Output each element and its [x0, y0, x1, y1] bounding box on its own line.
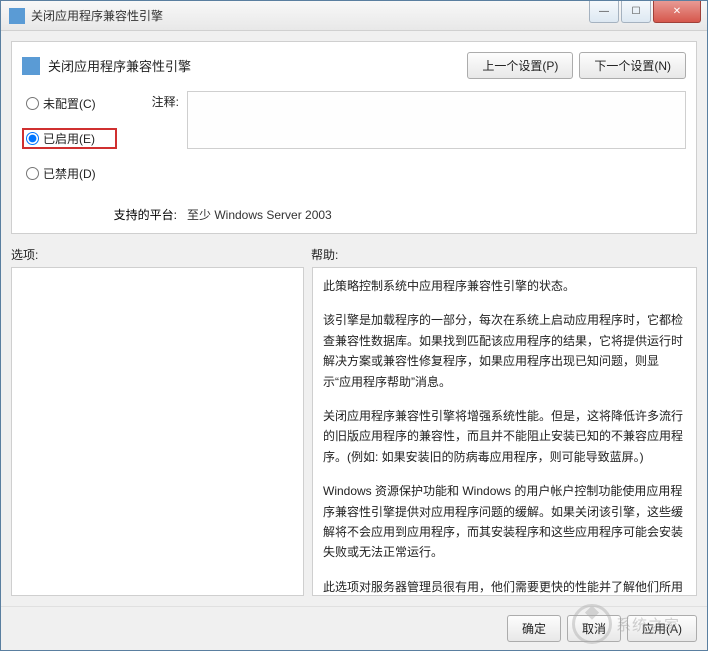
policy-icon: [22, 57, 40, 75]
apply-button[interactable]: 应用(A): [627, 615, 697, 642]
panels-row: 此策略控制系统中应用程序兼容性引擎的状态。 该引擎是加载程序的一部分，每次在系统…: [11, 267, 697, 596]
next-setting-button[interactable]: 下一个设置(N): [579, 52, 686, 79]
window-title: 关闭应用程序兼容性引擎: [31, 7, 589, 24]
radio-disabled[interactable]: 已禁用(D): [22, 163, 117, 184]
help-paragraph: 此策略控制系统中应用程序兼容性引擎的状态。: [323, 276, 686, 296]
help-panel[interactable]: 此策略控制系统中应用程序兼容性引擎的状态。 该引擎是加载程序的一部分，每次在系统…: [312, 267, 697, 596]
titlebar: 关闭应用程序兼容性引擎 — ☐ ✕: [1, 1, 707, 31]
help-paragraph: 该引擎是加载程序的一部分，每次在系统上启动应用程序时，它都检查兼容性数据库。如果…: [323, 310, 686, 392]
maximize-button[interactable]: ☐: [621, 1, 651, 23]
help-paragraph: Windows 资源保护功能和 Windows 的用户帐户控制功能使用应用程序兼…: [323, 481, 686, 563]
radio-enabled-input[interactable]: [26, 132, 39, 145]
top-panel: 关闭应用程序兼容性引擎 上一个设置(P) 下一个设置(N) 未配置(C) 已启用…: [11, 41, 697, 234]
config-row: 未配置(C) 已启用(E) 已禁用(D) 注释:: [22, 91, 686, 198]
radio-not-configured[interactable]: 未配置(C): [22, 93, 117, 114]
window-controls: — ☐ ✕: [589, 1, 707, 30]
comment-textarea[interactable]: [187, 91, 686, 149]
section-labels: 选项: 帮助:: [11, 246, 697, 263]
policy-title: 关闭应用程序兼容性引擎: [48, 56, 467, 75]
radio-not-configured-label: 未配置(C): [43, 95, 96, 112]
nav-buttons: 上一个设置(P) 下一个设置(N): [467, 52, 686, 79]
dialog-window: 关闭应用程序兼容性引擎 — ☐ ✕ 关闭应用程序兼容性引擎 上一个设置(P) 下…: [0, 0, 708, 651]
radio-enabled-label: 已启用(E): [43, 130, 95, 147]
radio-disabled-input[interactable]: [26, 167, 39, 180]
options-label: 选项:: [11, 246, 311, 263]
header-row: 关闭应用程序兼容性引擎 上一个设置(P) 下一个设置(N): [22, 52, 686, 79]
platform-value: 至少 Windows Server 2003: [187, 206, 332, 223]
radio-column: 未配置(C) 已启用(E) 已禁用(D): [22, 91, 117, 198]
options-panel: [11, 267, 304, 596]
help-paragraph: 此选项对服务器管理员很有用，他们需要更快的性能并了解他们所用应用程序的兼容性。对…: [323, 577, 686, 596]
radio-disabled-label: 已禁用(D): [43, 165, 96, 182]
app-icon: [9, 8, 25, 24]
ok-button[interactable]: 确定: [507, 615, 561, 642]
platform-row: 支持的平台: 至少 Windows Server 2003: [22, 206, 686, 223]
comment-label: 注释:: [117, 91, 187, 110]
footer: 确定 取消 应用(A): [1, 606, 707, 650]
platform-label: 支持的平台:: [22, 206, 187, 223]
cancel-button[interactable]: 取消: [567, 615, 621, 642]
prev-setting-button[interactable]: 上一个设置(P): [467, 52, 573, 79]
help-label: 帮助:: [311, 246, 338, 263]
content-area: 关闭应用程序兼容性引擎 上一个设置(P) 下一个设置(N) 未配置(C) 已启用…: [1, 31, 707, 606]
close-button[interactable]: ✕: [653, 1, 701, 23]
radio-not-configured-input[interactable]: [26, 97, 39, 110]
help-paragraph: 关闭应用程序兼容性引擎将增强系统性能。但是，这将降低许多流行的旧版应用程序的兼容…: [323, 406, 686, 467]
radio-enabled[interactable]: 已启用(E): [22, 128, 117, 149]
minimize-button[interactable]: —: [589, 1, 619, 23]
